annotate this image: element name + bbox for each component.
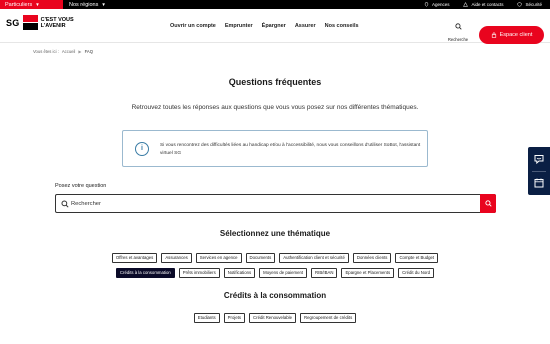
breadcrumb-prefix: Vous êtes ici : [33, 49, 59, 54]
info-text: Si vous rencontrez des difficultés liées… [160, 143, 421, 156]
floating-side-tabs [528, 147, 550, 195]
nav-assurer[interactable]: Assurer [295, 23, 316, 29]
theme-chip[interactable]: Documents [245, 253, 276, 263]
theme-chip[interactable]: Prêts immobiliers [178, 268, 220, 278]
chevron-down-icon: ▼ [101, 2, 106, 7]
search-icon [454, 23, 462, 30]
logo-tagline: C'EST VOUS L'AVENIR [41, 17, 74, 29]
logo-square-icon [22, 15, 38, 30]
faq-search-field [55, 194, 496, 213]
nav-ouvrir-compte[interactable]: Ouvrir un compte [170, 23, 216, 29]
warning-triangle-icon [463, 2, 469, 7]
shield-icon [517, 2, 522, 7]
subtheme-chip[interactable]: Projets [223, 313, 246, 323]
logo-tagline-line1: C'EST VOUS [40, 16, 74, 23]
accessibility-info-box: i Si vous rencontrez des difficultés lié… [122, 130, 428, 167]
top-link-aide[interactable]: Aide et contacts [463, 0, 503, 9]
top-link-aide-label: Aide et contacts [471, 2, 504, 7]
segment-regions[interactable]: Nos régions ▼ [69, 0, 106, 9]
search-icon [61, 200, 69, 208]
theme-chip[interactable]: Authentification client et sécurité [279, 253, 349, 263]
themes-title: Sélectionnez une thématique [219, 229, 331, 238]
calendar-icon[interactable] [533, 177, 545, 189]
themes-row-2: Crédits à la consommation Prêts immobili… [0, 268, 550, 278]
theme-chip[interactable]: RIB/IBAN [311, 268, 338, 278]
info-icon: i [135, 142, 149, 156]
subthemes-title: Crédits à la consommation [223, 291, 327, 300]
top-bar: Particuliers ▼ Nos régions ▼ Agences Aide … [0, 0, 550, 9]
sg-logo[interactable]: SG C'EST VOUS L'AVENIR [6, 15, 74, 30]
side-tabs-divider [532, 171, 546, 172]
chevron-right-icon: ▶ [78, 49, 82, 54]
theme-chip[interactable]: Données clients [352, 253, 392, 263]
segment-regions-label: Nos régions [69, 2, 99, 8]
subtheme-chip[interactable]: Etudiants [193, 313, 220, 323]
faq-search-input[interactable] [71, 197, 461, 210]
top-link-securite[interactable]: Sécurité [517, 0, 542, 9]
chat-bubble-icon[interactable] [533, 153, 545, 165]
header-search-button[interactable]: Recherche [447, 17, 469, 42]
theme-chip[interactable]: Services en agence [195, 253, 242, 263]
page-subtitle: Retrouvez toutes les réponses aux questi… [131, 104, 419, 111]
logo-tagline-line2: L'AVENIR [40, 22, 66, 29]
location-pin-icon [424, 2, 429, 7]
nav-nos-conseils[interactable]: Nos conseils [325, 23, 359, 29]
main-nav: Ouvrir un compte Emprunter Épargner Assu… [170, 23, 359, 29]
faq-search-submit-button[interactable] [480, 194, 496, 213]
search-icon [484, 200, 492, 207]
main-header: SG C'EST VOUS L'AVENIR Ouvrir un compte … [0, 9, 550, 44]
breadcrumb-current: FAQ [84, 49, 93, 54]
theme-chip[interactable]: Notifications [223, 268, 256, 278]
logo-sg-text: SG [6, 17, 20, 28]
theme-chip[interactable]: Crédit du Nord [398, 268, 435, 278]
nav-epargner[interactable]: Épargner [262, 23, 286, 29]
subtheme-chip[interactable]: Regroupement de crédits [299, 313, 357, 323]
subtheme-chip[interactable]: Crédit Renouvelable [249, 313, 296, 323]
page-title: Questions fréquentes [228, 77, 322, 87]
espace-client-label: Espace client [499, 32, 533, 38]
theme-chip-active[interactable]: Crédits à la consommation [115, 268, 175, 278]
top-links: Agences Aide et contacts Sécurité [424, 0, 542, 9]
segment-particuliers[interactable]: Particuliers ▼ [0, 0, 63, 9]
espace-client-button[interactable]: Espace client [479, 26, 544, 44]
top-link-agences-label: Agences [431, 2, 450, 7]
breadcrumb-home[interactable]: Accueil [62, 49, 76, 54]
top-link-agences[interactable]: Agences [424, 0, 450, 9]
header-search-label: Recherche [447, 37, 469, 42]
theme-chip[interactable]: Moyens de paiement [259, 268, 308, 278]
theme-chip[interactable]: Epargne et Placements [341, 268, 395, 278]
lock-icon [491, 32, 496, 38]
segment-particuliers-label: Particuliers [5, 2, 33, 8]
themes-row-1: Offres et avantages Assurances Services … [0, 253, 550, 263]
theme-chip[interactable]: Offres et avantages [111, 253, 158, 263]
search-question-label: Posez votre question [55, 183, 107, 189]
theme-chip[interactable]: Assurances [161, 253, 192, 263]
chevron-down-icon: ▼ [35, 2, 40, 7]
top-link-securite-label: Sécurité [525, 2, 542, 7]
nav-emprunter[interactable]: Emprunter [225, 23, 253, 29]
theme-chip[interactable]: Compte et Budget [395, 253, 439, 263]
breadcrumb: Vous êtes ici : Accueil ▶ FAQ [33, 49, 93, 54]
subthemes-row: Etudiants Projets Crédit Renouvelable Re… [0, 313, 550, 323]
